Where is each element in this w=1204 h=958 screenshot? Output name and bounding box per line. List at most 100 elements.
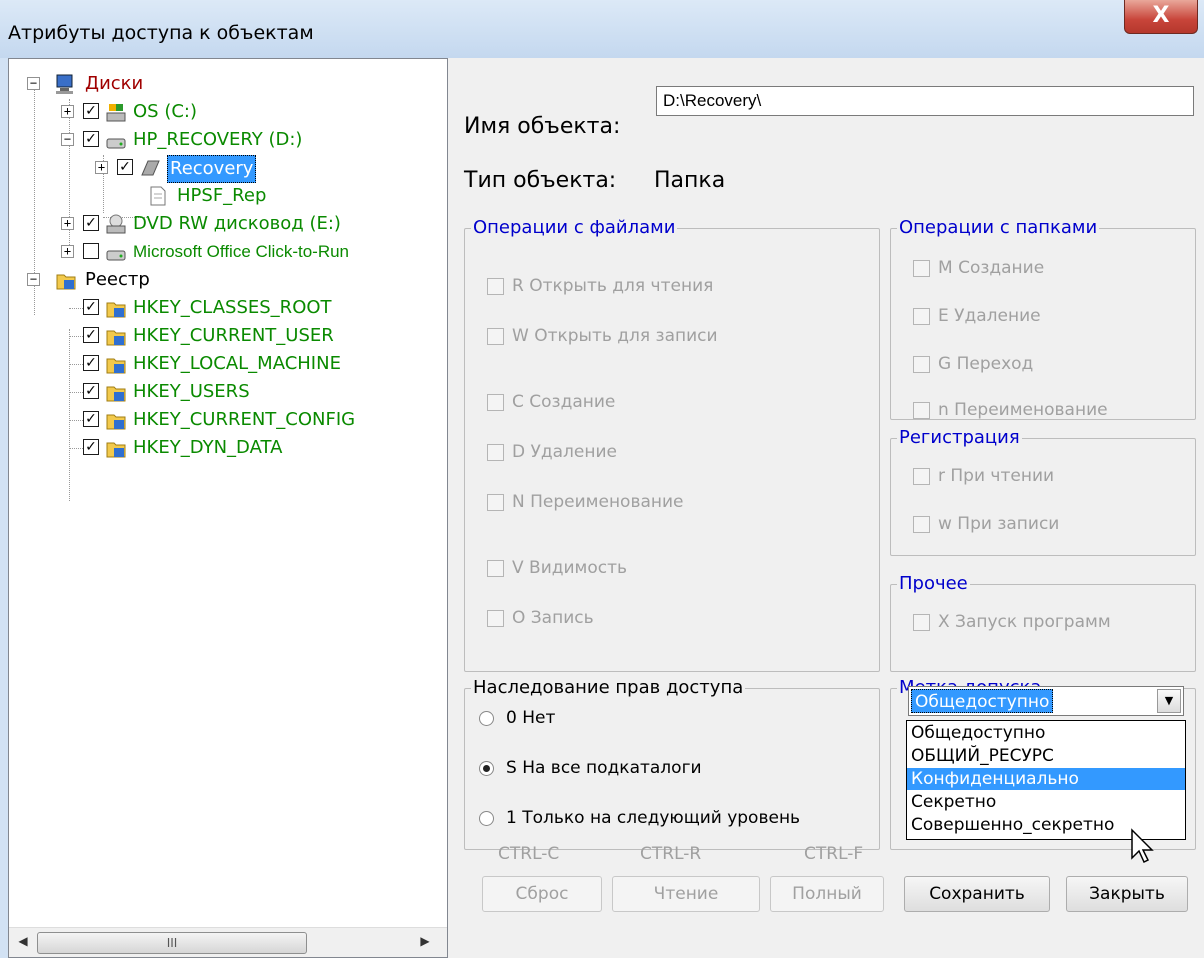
checkbox-checked[interactable]: ✓ bbox=[83, 215, 99, 231]
radio-button[interactable] bbox=[479, 710, 494, 726]
option-label: N Переименование bbox=[512, 492, 684, 512]
clearance-dropdown-list[interactable]: Общедоступно ОБЩИЙ_РЕСУРС Конфиденциально С… bbox=[906, 720, 1186, 840]
object-name-label: Имя объекта: bbox=[464, 114, 621, 139]
checkbox-disabled[interactable] bbox=[487, 559, 504, 577]
dialog-client: − Диски + ✓ OS (C:) − ✓ HP_RECOVERY (D:)… bbox=[8, 58, 1204, 958]
read-button[interactable]: Чтение bbox=[612, 876, 760, 912]
checkbox-checked[interactable]: ✓ bbox=[83, 103, 99, 119]
tree-label: HKEY_DYN_DATA bbox=[133, 437, 283, 458]
dropdown-arrow-icon[interactable]: ▼ bbox=[1157, 689, 1181, 713]
radio-button[interactable] bbox=[479, 760, 494, 776]
checkbox-disabled[interactable] bbox=[913, 613, 930, 631]
checkbox-disabled[interactable] bbox=[487, 443, 504, 461]
tree-label-selected: Recovery bbox=[167, 155, 257, 183]
expand-icon[interactable]: + bbox=[61, 105, 74, 118]
option-checkbox[interactable]: M Создание bbox=[913, 257, 1044, 279]
checkbox-disabled[interactable] bbox=[913, 467, 930, 485]
radio-button[interactable] bbox=[479, 810, 494, 826]
reset-button[interactable]: Сброс bbox=[482, 876, 602, 912]
scroll-right-icon[interactable]: ▶ bbox=[415, 934, 435, 952]
option-checkbox[interactable]: r При чтении bbox=[913, 465, 1054, 487]
checkbox-disabled[interactable] bbox=[913, 515, 930, 533]
dropdown-option[interactable]: Конфиденциально bbox=[907, 768, 1185, 790]
tree-connector bbox=[69, 308, 83, 309]
checkbox-checked[interactable]: ✓ bbox=[83, 355, 99, 371]
registry-key-icon bbox=[105, 381, 127, 403]
option-checkbox[interactable]: E Удаление bbox=[913, 305, 1041, 327]
expand-icon[interactable]: + bbox=[95, 161, 108, 174]
group-title: Регистрация bbox=[897, 427, 1022, 448]
checkbox-disabled[interactable] bbox=[913, 259, 930, 277]
tree-label: Диски bbox=[85, 73, 144, 94]
checkbox-checked[interactable]: ✓ bbox=[83, 383, 99, 399]
expand-icon[interactable]: + bbox=[61, 245, 74, 258]
close-window-button[interactable]: X bbox=[1124, 0, 1198, 34]
collapse-icon[interactable]: − bbox=[27, 77, 40, 90]
tree-label: HKEY_CURRENT_USER bbox=[133, 325, 334, 346]
tree-connector bbox=[69, 336, 83, 337]
clearance-select[interactable]: Общедоступно ▼ bbox=[908, 686, 1184, 716]
tree-label: HP_RECOVERY (D:) bbox=[133, 129, 303, 150]
checkbox-checked[interactable]: ✓ bbox=[83, 131, 99, 147]
group-title: Операции с файлами bbox=[471, 217, 678, 238]
option-checkbox[interactable]: X Запуск программ bbox=[913, 611, 1111, 633]
option-checkbox[interactable]: D Удаление bbox=[487, 441, 617, 463]
checkbox-checked[interactable]: ✓ bbox=[83, 327, 99, 343]
expand-icon[interactable]: + bbox=[61, 217, 74, 230]
option-label: R Открыть для чтения bbox=[512, 276, 714, 296]
dropdown-option[interactable]: Секретно bbox=[907, 791, 1185, 813]
option-label: O Запись bbox=[512, 608, 594, 628]
option-checkbox[interactable]: W Открыть для записи bbox=[487, 325, 718, 347]
checkbox-disabled[interactable] bbox=[913, 307, 930, 325]
horizontal-scrollbar[interactable]: ◀ III ▶ bbox=[9, 927, 447, 957]
option-label: n Переименование bbox=[938, 400, 1108, 420]
checkbox-checked[interactable]: ✓ bbox=[117, 159, 133, 175]
option-checkbox[interactable]: V Видимость bbox=[487, 557, 627, 579]
checkbox-disabled[interactable] bbox=[487, 609, 504, 627]
save-button[interactable]: Сохранить bbox=[904, 876, 1050, 912]
shortcut-hint: CTRL-C bbox=[498, 844, 560, 864]
collapse-icon[interactable]: − bbox=[27, 273, 40, 286]
option-checkbox[interactable]: G Переход bbox=[913, 353, 1033, 375]
checkbox-unchecked[interactable] bbox=[83, 243, 99, 259]
collapse-icon[interactable]: − bbox=[61, 133, 74, 146]
checkbox-checked[interactable]: ✓ bbox=[83, 411, 99, 427]
option-label: C Создание bbox=[512, 392, 616, 412]
full-button[interactable]: Полный bbox=[770, 876, 884, 912]
inheritance-radio[interactable]: 1 Только на следующий уровень bbox=[479, 807, 800, 829]
option-label: W Открыть для записи bbox=[512, 326, 718, 346]
checkbox-disabled[interactable] bbox=[487, 493, 504, 511]
inheritance-radio[interactable]: S На все подкаталоги bbox=[479, 757, 702, 779]
checkbox-disabled[interactable] bbox=[913, 355, 930, 373]
object-name-input[interactable] bbox=[656, 86, 1194, 116]
option-checkbox[interactable]: n Переименование bbox=[913, 399, 1108, 421]
checkbox-disabled[interactable] bbox=[913, 401, 930, 419]
dropdown-option[interactable]: Общедоступно bbox=[907, 722, 1185, 744]
scroll-left-icon[interactable]: ◀ bbox=[13, 934, 33, 952]
file-icon bbox=[147, 185, 169, 207]
option-label: E Удаление bbox=[938, 306, 1041, 326]
checkbox-checked[interactable]: ✓ bbox=[83, 439, 99, 455]
option-checkbox[interactable]: w При записи bbox=[913, 513, 1059, 535]
group-title: Наследование прав доступа bbox=[471, 677, 746, 698]
option-checkbox[interactable]: C Создание bbox=[487, 391, 615, 413]
scroll-thumb[interactable]: III bbox=[37, 932, 307, 954]
tree-label: HKEY_CLASSES_ROOT bbox=[133, 297, 332, 318]
option-checkbox[interactable]: O Запись bbox=[487, 607, 594, 629]
checkbox-disabled[interactable] bbox=[487, 327, 504, 345]
object-tree[interactable]: − Диски + ✓ OS (C:) − ✓ HP_RECOVERY (D:)… bbox=[8, 58, 448, 958]
clearance-selected-value: Общедоступно bbox=[911, 689, 1054, 713]
object-type-label: Тип объекта: bbox=[464, 168, 617, 193]
drive-icon bbox=[105, 241, 127, 263]
option-checkbox[interactable]: R Открыть для чтения bbox=[487, 275, 713, 297]
option-label: X Запуск программ bbox=[938, 612, 1111, 632]
dvd-drive-icon bbox=[105, 213, 127, 235]
option-checkbox[interactable]: N Переименование bbox=[487, 491, 684, 513]
dropdown-option[interactable]: ОБЩИЙ_РЕСУРС bbox=[907, 745, 1185, 767]
close-button[interactable]: Закрыть bbox=[1066, 876, 1188, 912]
inheritance-radio[interactable]: 0 Нет bbox=[479, 707, 555, 729]
checkbox-disabled[interactable] bbox=[487, 393, 504, 411]
registry-key-icon bbox=[105, 353, 127, 375]
checkbox-checked[interactable]: ✓ bbox=[83, 299, 99, 315]
checkbox-disabled[interactable] bbox=[487, 277, 504, 295]
